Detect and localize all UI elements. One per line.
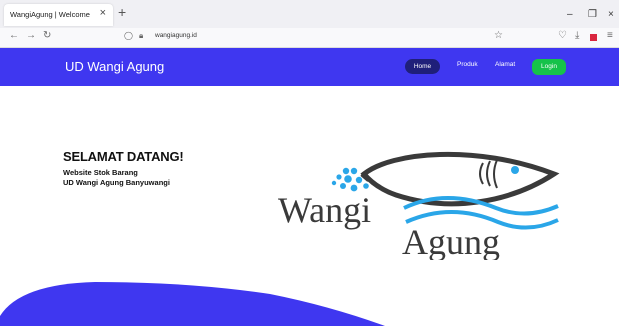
pocket-icon[interactable]: ♡: [558, 30, 567, 41]
hero-subtitle-line-1: Website Stok Barang: [63, 168, 138, 177]
lock-icon[interactable]: 🔒︎: [139, 31, 143, 41]
login-button[interactable]: Login: [532, 59, 566, 75]
download-icon[interactable]: ⤓: [575, 30, 579, 41]
minimize-icon[interactable]: –: [567, 9, 573, 20]
nav-produk-link[interactable]: Produk: [457, 61, 478, 68]
browser-tab[interactable]: WangiAgung | Welcome ×: [4, 4, 113, 26]
shield-icon[interactable]: ◯: [124, 31, 133, 40]
back-icon[interactable]: ←: [9, 30, 19, 41]
hero-wave: [0, 282, 385, 326]
tab-title: WangiAgung | Welcome: [10, 10, 90, 19]
logo-word-wangi: Wangi: [278, 190, 371, 230]
site-navbar: UD Wangi Agung Home Produk Alamat Login: [0, 48, 619, 86]
browser-nav-bar: ← → ↻ ◯ 🔒︎ wangiagung.id ☆ ♡ ⤓ ≡: [0, 28, 619, 48]
hero-subtitle-line-2: UD Wangi Agung Banyuwangi: [63, 178, 170, 187]
new-tab-icon[interactable]: +: [118, 4, 126, 20]
site-brand[interactable]: UD Wangi Agung: [65, 59, 164, 74]
nav-alamat-link[interactable]: Alamat: [495, 61, 515, 68]
address-bar[interactable]: wangiagung.id: [155, 32, 197, 39]
reload-icon[interactable]: ↻: [43, 30, 51, 41]
maximize-icon[interactable]: ❐: [588, 9, 597, 20]
forward-icon[interactable]: →: [26, 30, 36, 41]
nav-home-link[interactable]: Home: [405, 59, 440, 74]
extension-icon[interactable]: [590, 34, 597, 41]
logo-word-agung: Agung: [402, 222, 500, 260]
close-tab-icon[interactable]: ×: [100, 7, 106, 19]
wangi-agung-logo: Wangi Agung: [278, 151, 560, 260]
hero-title: SELAMAT DATANG!: [63, 149, 184, 164]
menu-icon[interactable]: ≡: [607, 30, 613, 41]
bookmark-star-icon[interactable]: ☆: [494, 30, 503, 41]
browser-tab-strip: WangiAgung | Welcome × + – ❐ ×: [0, 0, 619, 28]
window-close-icon[interactable]: ×: [608, 9, 614, 20]
